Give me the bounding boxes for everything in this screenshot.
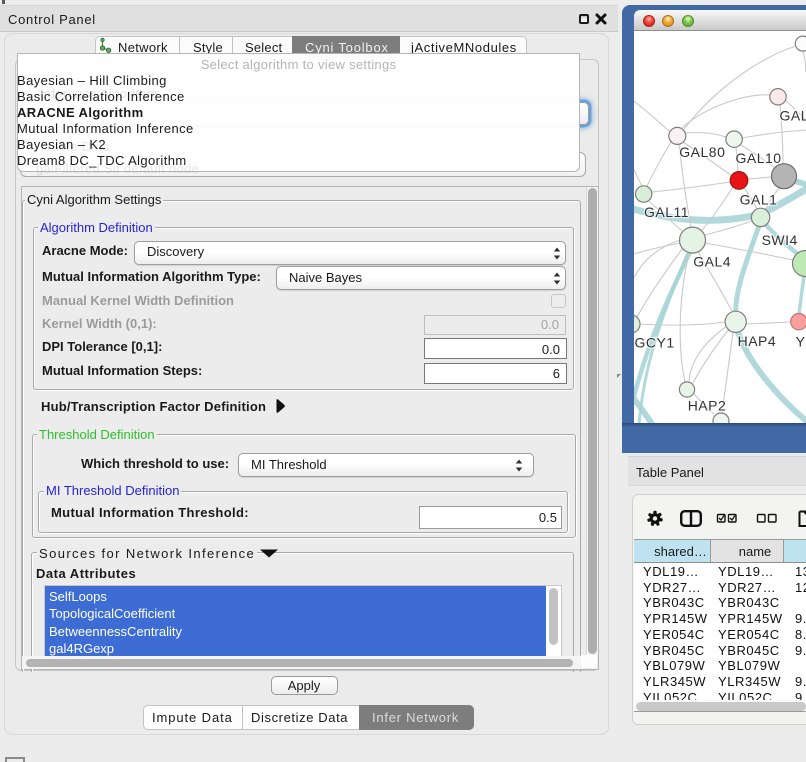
svg-text:HAP2: HAP2 [688,398,727,414]
svg-text:GAL4: GAL4 [693,254,731,270]
svg-text:GAL80: GAL80 [679,144,725,160]
svg-text:SWI4: SWI4 [762,232,798,248]
svg-text:GAL1: GAL1 [740,192,778,208]
svg-text:Y: Y [796,334,806,350]
svg-text:GCY1: GCY1 [635,335,675,351]
svg-text:GAL10: GAL10 [736,150,782,166]
svg-text:GAL7: GAL7 [780,108,806,124]
svg-text:GAL11: GAL11 [644,204,689,220]
svg-text:HAP4: HAP4 [738,333,777,349]
